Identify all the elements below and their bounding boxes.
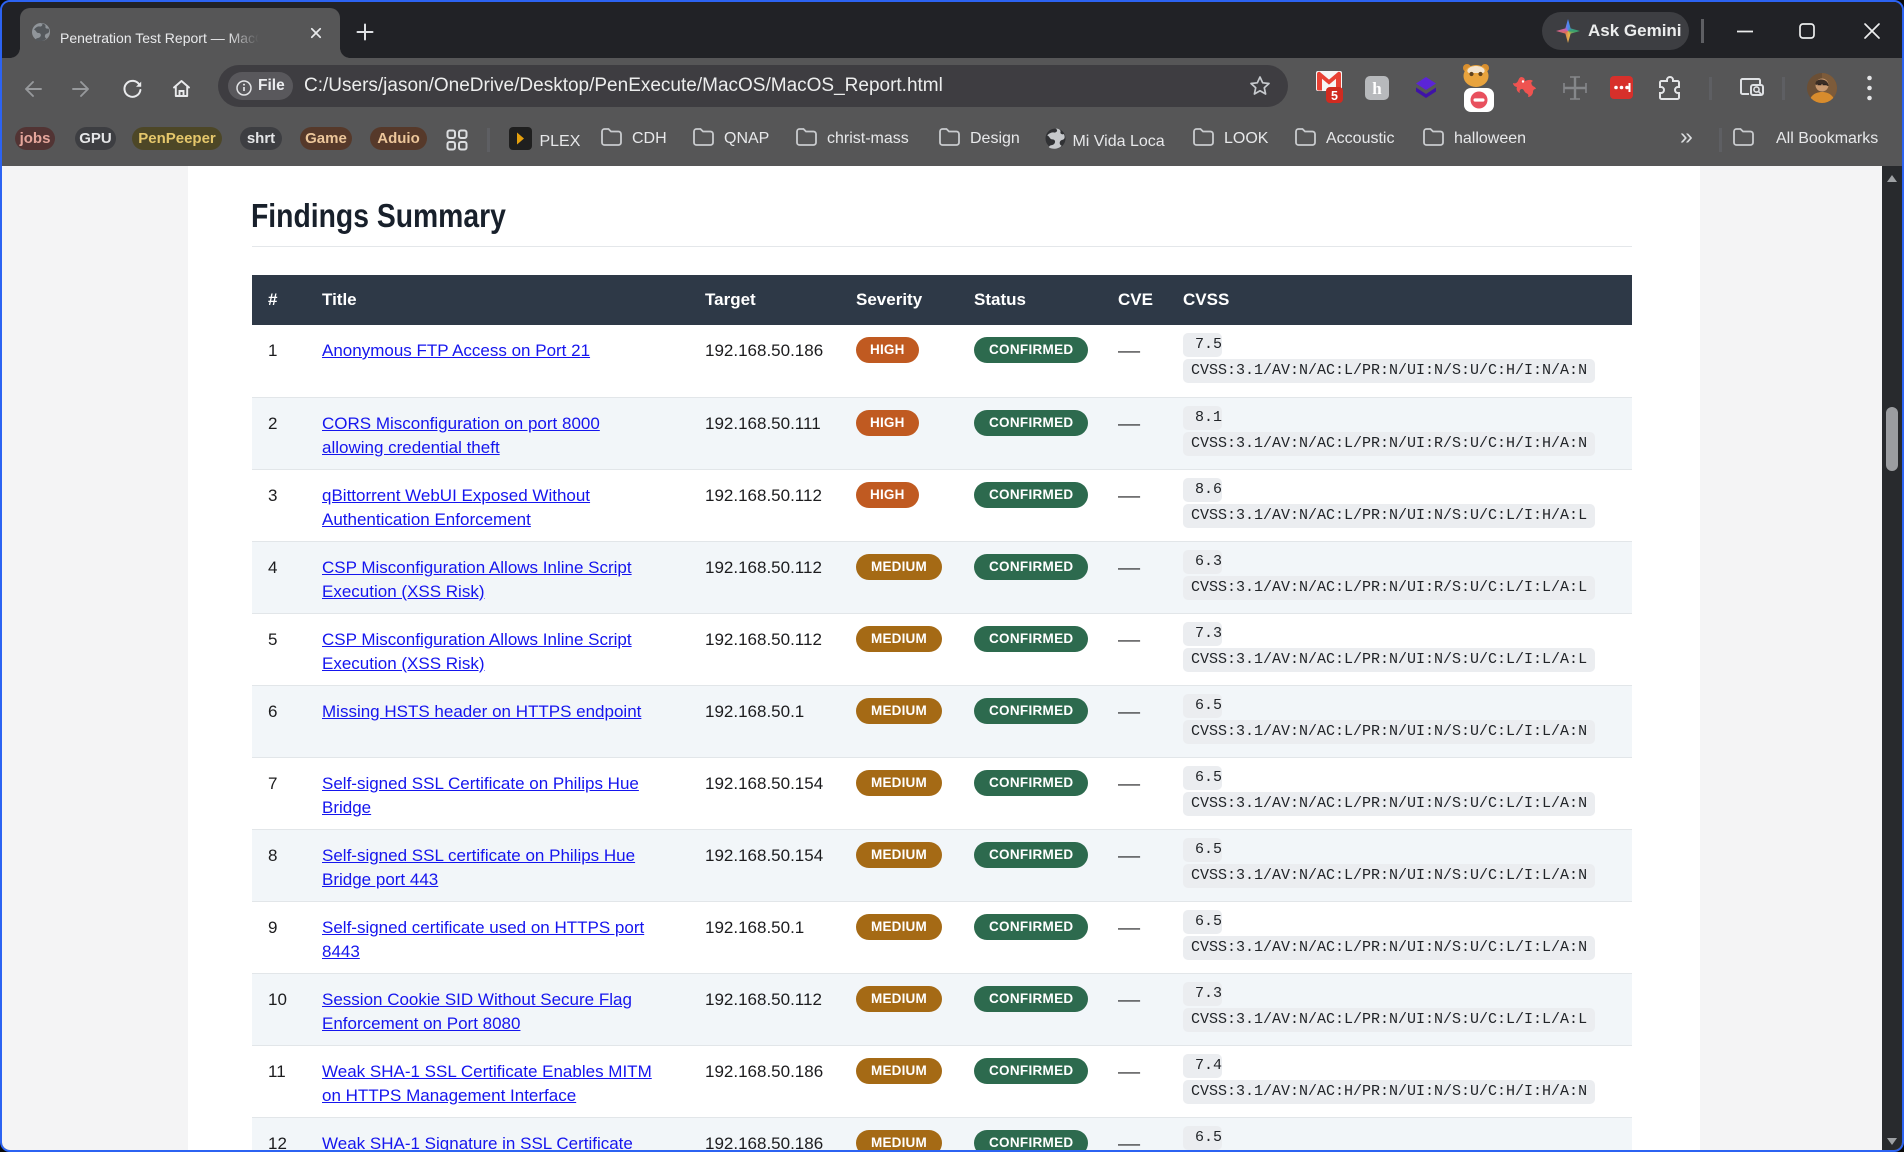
svg-text:h: h (1372, 79, 1382, 98)
svg-text:5: 5 (1331, 89, 1338, 103)
